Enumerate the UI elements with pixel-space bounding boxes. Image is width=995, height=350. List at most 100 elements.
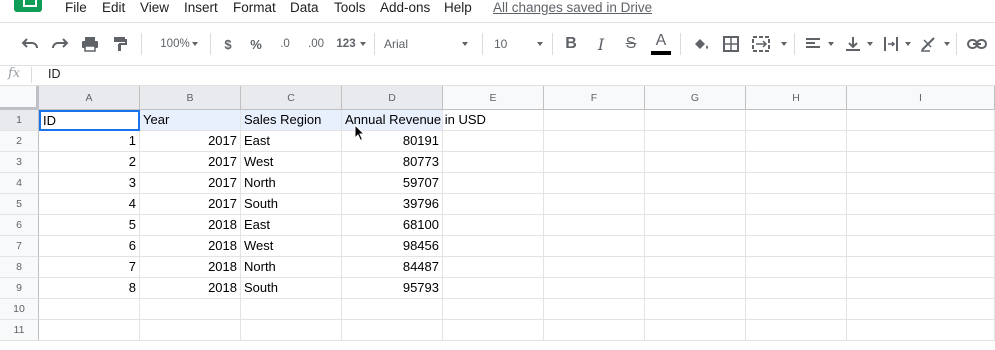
column-header-c[interactable]: C	[241, 86, 342, 110]
cell-h4[interactable]	[746, 173, 847, 194]
bold-button[interactable]: B	[560, 23, 582, 65]
column-header-a[interactable]: A	[39, 86, 140, 110]
cell-h10[interactable]	[746, 299, 847, 320]
cell-i5[interactable]	[847, 194, 995, 215]
cell-e10[interactable]	[443, 299, 544, 320]
menu-insert[interactable]: Insert	[184, 0, 218, 16]
cell-i1[interactable]	[847, 110, 995, 131]
cell-e3[interactable]	[443, 152, 544, 173]
more-formats-button[interactable]: 123	[334, 23, 358, 65]
cell-h7[interactable]	[746, 236, 847, 257]
cell-c4[interactable]: North	[241, 173, 342, 194]
menu-add-ons[interactable]: Add-ons	[380, 0, 430, 16]
cell-a8[interactable]: 7	[39, 257, 140, 278]
undo-icon[interactable]	[18, 23, 42, 65]
cell-i8[interactable]	[847, 257, 995, 278]
cell-c11[interactable]	[241, 320, 342, 341]
cell-d11[interactable]	[342, 320, 443, 341]
cell-g3[interactable]	[645, 152, 746, 173]
row-header-8[interactable]: 8	[0, 257, 39, 278]
save-status-link[interactable]: All changes saved in Drive	[493, 0, 652, 16]
row-header-7[interactable]: 7	[0, 236, 39, 257]
cell-g11[interactable]	[645, 320, 746, 341]
cell-a6[interactable]: 5	[39, 215, 140, 236]
cell-i10[interactable]	[847, 299, 995, 320]
text-color-button[interactable]: A	[650, 23, 672, 65]
cell-d9[interactable]: 95793	[342, 278, 443, 299]
cell-g10[interactable]	[645, 299, 746, 320]
print-icon[interactable]	[78, 23, 102, 65]
cell-d6[interactable]: 68100	[342, 215, 443, 236]
increase-decimals-button[interactable]: .00	[303, 23, 329, 65]
cell-e6[interactable]	[443, 215, 544, 236]
menu-edit[interactable]: Edit	[102, 0, 125, 16]
cell-e4[interactable]	[443, 173, 544, 194]
cell-b5[interactable]: 2017	[140, 194, 241, 215]
column-header-h[interactable]: H	[746, 86, 847, 110]
select-all-corner[interactable]	[0, 86, 39, 110]
insert-link-icon[interactable]	[964, 23, 990, 65]
cell-f11[interactable]	[544, 320, 645, 341]
cell-g4[interactable]	[645, 173, 746, 194]
redo-icon[interactable]	[48, 23, 72, 65]
menu-format[interactable]: Format	[233, 0, 276, 16]
cell-g5[interactable]	[645, 194, 746, 215]
cell-h1[interactable]	[746, 110, 847, 131]
cell-c5[interactable]: South	[241, 194, 342, 215]
cell-g8[interactable]	[645, 257, 746, 278]
column-header-i[interactable]: I	[847, 86, 995, 110]
cell-f6[interactable]	[544, 215, 645, 236]
cell-d3[interactable]: 80773	[342, 152, 443, 173]
cell-e5[interactable]	[443, 194, 544, 215]
cell-a10[interactable]	[39, 299, 140, 320]
cell-a1[interactable]: ID	[39, 110, 140, 131]
cell-f7[interactable]	[544, 236, 645, 257]
cell-c7[interactable]: West	[241, 236, 342, 257]
menu-data[interactable]: Data	[290, 0, 319, 16]
cell-d7[interactable]: 98456	[342, 236, 443, 257]
cell-e2[interactable]	[443, 131, 544, 152]
row-header-2[interactable]: 2	[0, 131, 39, 152]
cell-b3[interactable]: 2017	[140, 152, 241, 173]
sheets-logo-icon[interactable]	[14, 0, 42, 12]
cell-b10[interactable]	[140, 299, 241, 320]
text-rotation-icon[interactable]	[918, 23, 940, 65]
cell-c1[interactable]: Sales Region	[241, 110, 342, 131]
cell-b7[interactable]: 2018	[140, 236, 241, 257]
cell-e7[interactable]	[443, 236, 544, 257]
cell-b11[interactable]	[140, 320, 241, 341]
cell-h8[interactable]	[746, 257, 847, 278]
cell-g6[interactable]	[645, 215, 746, 236]
font-select[interactable]: Arial	[384, 23, 474, 65]
cell-i9[interactable]	[847, 278, 995, 299]
cell-a3[interactable]: 2	[39, 152, 140, 173]
cell-b4[interactable]: 2017	[140, 173, 241, 194]
cell-h9[interactable]	[746, 278, 847, 299]
cell-b8[interactable]: 2018	[140, 257, 241, 278]
cell-i7[interactable]	[847, 236, 995, 257]
cell-e11[interactable]	[443, 320, 544, 341]
menu-file[interactable]: File	[65, 0, 87, 16]
column-header-f[interactable]: F	[544, 86, 645, 110]
cell-i6[interactable]	[847, 215, 995, 236]
cell-c2[interactable]: East	[241, 131, 342, 152]
cell-c9[interactable]: South	[241, 278, 342, 299]
cell-f9[interactable]	[544, 278, 645, 299]
cell-i4[interactable]	[847, 173, 995, 194]
row-header-9[interactable]: 9	[0, 278, 39, 299]
menu-view[interactable]: View	[140, 0, 169, 16]
cell-c10[interactable]	[241, 299, 342, 320]
percent-format-button[interactable]: %	[246, 23, 266, 65]
row-header-6[interactable]: 6	[0, 215, 39, 236]
vertical-align-icon[interactable]	[842, 23, 864, 65]
cell-c8[interactable]: North	[241, 257, 342, 278]
cell-g9[interactable]	[645, 278, 746, 299]
cell-f2[interactable]	[544, 131, 645, 152]
cell-f10[interactable]	[544, 299, 645, 320]
cell-d4[interactable]: 59707	[342, 173, 443, 194]
text-wrap-icon[interactable]	[880, 23, 902, 65]
formula-input[interactable]: ID	[48, 66, 61, 82]
decrease-decimals-button[interactable]: .0	[274, 23, 296, 65]
paint-format-icon[interactable]	[108, 23, 132, 65]
merge-cells-icon[interactable]	[750, 23, 772, 65]
